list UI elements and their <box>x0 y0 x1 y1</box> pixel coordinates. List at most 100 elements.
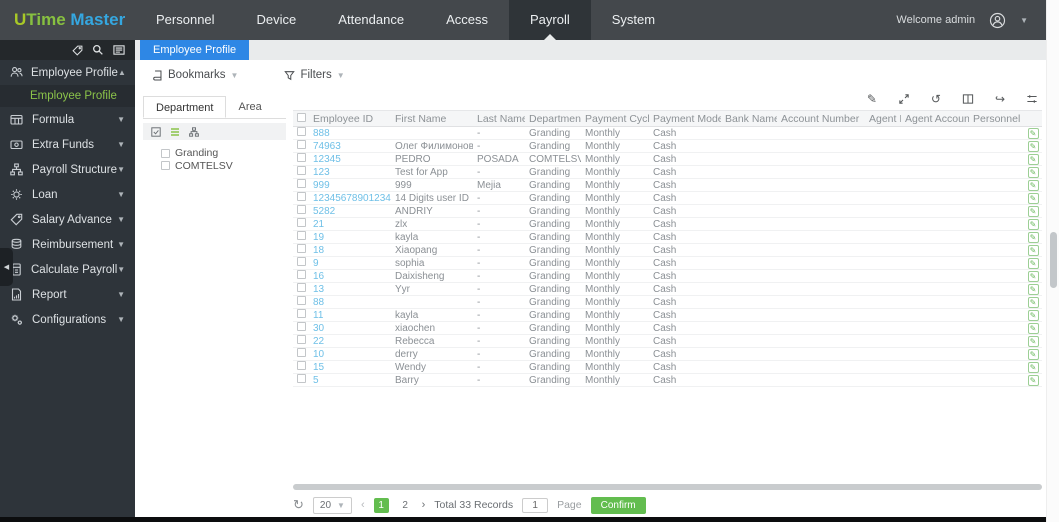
refresh-icon[interactable]: ↻ <box>293 497 304 513</box>
tree-item[interactable]: COMTELSV <box>143 160 286 173</box>
search-icon[interactable] <box>92 44 104 56</box>
sidebar-item-calculate-payroll[interactable]: Calculate Payroll ▼ <box>0 257 135 282</box>
row-checkbox[interactable] <box>296 257 306 266</box>
row-checkbox[interactable] <box>296 283 306 292</box>
edit-row-icon[interactable]: ✎ <box>1027 283 1039 295</box>
tab-department[interactable]: Department <box>143 96 227 118</box>
employee-id-link[interactable]: 5282 <box>313 206 335 217</box>
row-checkbox[interactable] <box>296 374 306 383</box>
sidebar-item-loan[interactable]: Loan ▼ <box>0 182 135 207</box>
sidebar-item-configurations[interactable]: Configurations ▼ <box>0 307 135 332</box>
nav-item-device[interactable]: Device <box>236 0 318 40</box>
row-checkbox[interactable] <box>296 348 306 357</box>
employee-id-link[interactable]: 21 <box>313 219 324 230</box>
nav-item-personnel[interactable]: Personnel <box>135 0 236 40</box>
edit-row-icon[interactable]: ✎ <box>1027 166 1039 178</box>
sidebar-collapse-handle[interactable]: ◀ <box>0 248 13 286</box>
sidebar-item-payroll-structure[interactable]: Payroll Structure ▼ <box>0 157 135 182</box>
sidebar-item-report[interactable]: Report ▼ <box>0 282 135 307</box>
row-checkbox[interactable] <box>296 309 306 318</box>
edit-row-icon[interactable]: ✎ <box>1027 335 1039 347</box>
list-view-icon[interactable] <box>170 127 180 137</box>
menu-list-icon[interactable] <box>113 44 125 56</box>
edit-row-icon[interactable]: ✎ <box>1027 296 1039 308</box>
sidebar-item-reimbursement[interactable]: Reimbursement ▼ <box>0 232 135 257</box>
tag-icon[interactable] <box>72 45 83 56</box>
row-checkbox[interactable] <box>296 153 306 162</box>
sidebar-item-salary-advance[interactable]: Salary Advance ▼ <box>0 207 135 232</box>
edit-row-icon[interactable]: ✎ <box>1027 309 1039 321</box>
history-icon[interactable]: ↺ <box>931 93 941 105</box>
employee-id-link[interactable]: 12345678901234 <box>313 193 391 204</box>
edit-row-icon[interactable]: ✎ <box>1027 179 1039 191</box>
tab-employee-profile[interactable]: Employee Profile <box>140 40 250 60</box>
edit-row-icon[interactable]: ✎ <box>1027 322 1039 334</box>
edit-row-icon[interactable]: ✎ <box>1027 374 1039 386</box>
employee-id-link[interactable]: 16 <box>313 271 324 282</box>
employee-id-link[interactable]: 18 <box>313 245 324 256</box>
employee-id-link[interactable]: 999 <box>313 180 330 191</box>
tree-item[interactable]: Granding <box>143 147 286 160</box>
employee-id-link[interactable]: 12345 <box>313 154 341 165</box>
nav-item-payroll[interactable]: Payroll <box>508 0 591 40</box>
sidebar-item-extra-funds[interactable]: Extra Funds ▼ <box>0 132 135 157</box>
page-scrollbar-thumb[interactable] <box>1050 232 1057 288</box>
employee-id-link[interactable]: 22 <box>313 336 324 347</box>
nav-item-attendance[interactable]: Attendance <box>317 0 425 40</box>
row-checkbox[interactable] <box>296 179 306 188</box>
user-account-icon[interactable] <box>989 12 1006 29</box>
batch-edit-icon[interactable]: ✎ <box>867 93 877 105</box>
employee-id-link[interactable]: 10 <box>313 349 324 360</box>
row-checkbox[interactable] <box>296 231 306 240</box>
row-checkbox[interactable] <box>296 127 306 136</box>
row-checkbox[interactable] <box>296 296 306 305</box>
tree-checkbox[interactable] <box>161 148 170 158</box>
employee-id-link[interactable]: 5 <box>313 375 319 386</box>
columns-icon[interactable] <box>962 93 974 105</box>
edit-row-icon[interactable]: ✎ <box>1027 205 1039 217</box>
row-checkbox[interactable] <box>296 244 306 253</box>
horizontal-scrollbar-thumb[interactable] <box>293 484 1042 490</box>
filters-dropdown[interactable]: Filters ▼ <box>284 69 345 81</box>
page-button-2[interactable]: 2 <box>398 498 413 513</box>
filter-settings-icon[interactable] <box>1026 93 1038 105</box>
employee-id-link[interactable]: 123 <box>313 167 330 178</box>
row-checkbox[interactable] <box>296 166 306 175</box>
export-share-icon[interactable]: ↪ <box>995 93 1005 105</box>
edit-row-icon[interactable]: ✎ <box>1027 218 1039 230</box>
row-checkbox[interactable] <box>296 335 306 344</box>
row-checkbox[interactable] <box>296 218 306 227</box>
confirm-button[interactable]: Confirm <box>590 496 646 514</box>
employee-id-link[interactable]: 74963 <box>313 141 341 152</box>
chevron-down-icon[interactable]: ▼ <box>1020 16 1028 25</box>
edit-row-icon[interactable]: ✎ <box>1027 192 1039 204</box>
edit-row-icon[interactable]: ✎ <box>1027 270 1039 282</box>
page-number-input[interactable] <box>522 497 549 513</box>
employee-id-link[interactable]: 11 <box>313 310 323 321</box>
select-all-checkbox[interactable] <box>296 112 306 122</box>
row-checkbox[interactable] <box>296 322 306 331</box>
next-page-button[interactable]: › <box>422 499 426 511</box>
employee-id-link[interactable]: 15 <box>313 362 324 373</box>
edit-row-icon[interactable]: ✎ <box>1027 127 1039 139</box>
employee-id-link[interactable]: 9 <box>313 258 319 269</box>
employee-id-link[interactable]: 19 <box>313 232 324 243</box>
edit-row-icon[interactable]: ✎ <box>1027 361 1039 373</box>
row-checkbox[interactable] <box>296 205 306 214</box>
page-button-1[interactable]: 1 <box>373 497 389 513</box>
employee-id-link[interactable]: 30 <box>313 323 324 334</box>
row-checkbox[interactable] <box>296 361 306 370</box>
tree-checkbox[interactable] <box>161 161 170 171</box>
employee-id-link[interactable]: 888 <box>313 128 330 139</box>
row-checkbox[interactable] <box>296 140 306 149</box>
sidebar-subitem-employee-profile[interactable]: Employee Profile <box>0 85 135 107</box>
sidebar-item-formula[interactable]: Formula ▼ <box>0 107 135 132</box>
edit-row-icon[interactable]: ✎ <box>1027 244 1039 256</box>
edit-row-icon[interactable]: ✎ <box>1027 231 1039 243</box>
tree-view-icon[interactable] <box>189 126 199 137</box>
employee-id-link[interactable]: 13 <box>313 284 324 295</box>
edit-row-icon[interactable]: ✎ <box>1027 140 1039 152</box>
tab-area[interactable]: Area <box>226 96 273 118</box>
page-size-select[interactable]: 20 ▼ <box>312 496 352 514</box>
employee-id-link[interactable]: 88 <box>313 297 324 308</box>
